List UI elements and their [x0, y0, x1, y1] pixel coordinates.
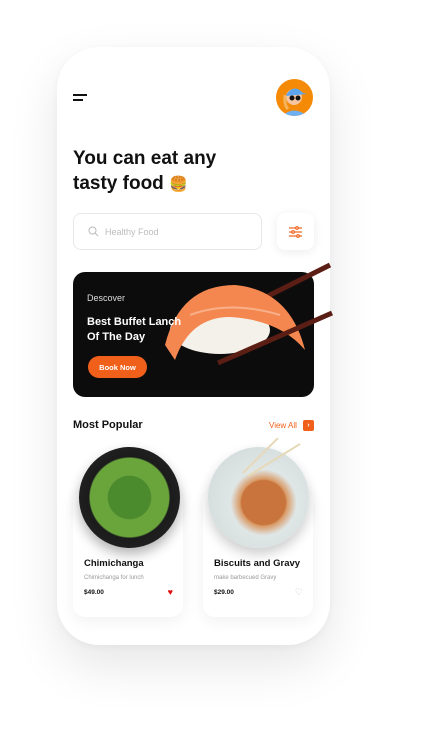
food-price: $49.00	[84, 589, 104, 596]
avatar[interactable]	[276, 79, 313, 116]
chevron-right-icon: ›	[302, 420, 314, 431]
banner-title: Best Buffet Lanch Of The Day	[87, 315, 181, 345]
banner-title-2: Of The Day	[87, 331, 146, 343]
sushi-image	[165, 262, 334, 366]
sliders-icon	[289, 225, 302, 238]
title-text: tasty food	[73, 173, 164, 194]
section-title: Most Popular	[73, 419, 143, 431]
book-now-button[interactable]: Book Now	[88, 356, 147, 378]
search-icon	[88, 226, 99, 237]
heart-filled-icon[interactable]: ♥	[168, 587, 173, 597]
view-all-link[interactable]: View All ›	[269, 420, 314, 431]
menu-icon[interactable]	[73, 94, 89, 102]
food-price: $29.00	[214, 589, 234, 596]
title-line-1: You can eat any	[73, 148, 217, 169]
burger-icon: 🍔	[169, 176, 188, 193]
page-title: You can eat any tasty food 🍔	[73, 146, 216, 197]
title-line-2: tasty food 🍔	[73, 171, 216, 197]
food-desc: make barbecued Gravy	[214, 575, 277, 581]
heart-outline-icon[interactable]: ♡	[295, 587, 303, 598]
banner-title-1: Best Buffet Lanch	[87, 316, 182, 328]
salad-image	[79, 447, 180, 548]
search-input[interactable]: Healthy Food	[73, 213, 262, 250]
filter-button[interactable]	[277, 213, 314, 250]
banner-kicker: Descover	[87, 293, 126, 303]
search-placeholder: Healthy Food	[105, 226, 159, 237]
food-desc: Chimichanga for lunch	[84, 575, 144, 581]
chopsticks-image	[242, 438, 301, 477]
view-all-label: View All	[269, 421, 297, 430]
food-name: Biscuits and Gravy	[214, 558, 301, 569]
food-name: Chimichanga	[84, 558, 144, 569]
